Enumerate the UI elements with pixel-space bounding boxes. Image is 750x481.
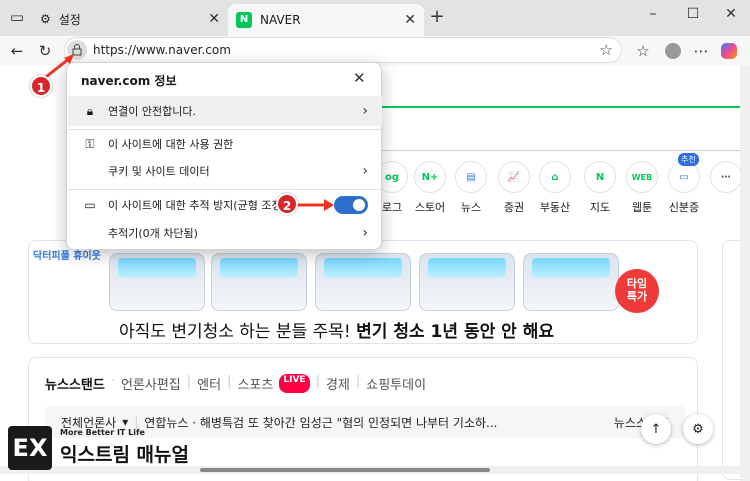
connection-row[interactable]: 🔒︎ 연결이 안전합니다. ›	[68, 96, 382, 126]
key-icon: ⚿	[85, 136, 95, 151]
tab-shopping[interactable]: 쇼핑투데이	[366, 374, 426, 393]
gear-icon: ⚙	[40, 12, 51, 26]
service-item[interactable]: ▭ 신분증 추천	[666, 153, 702, 215]
more-menu-icon[interactable]: ⋯	[690, 40, 712, 62]
scroll-thumb[interactable]	[200, 468, 490, 472]
tab-sports[interactable]: 스포츠	[237, 374, 273, 393]
tab-title: 설정	[58, 12, 81, 27]
back-icon[interactable]: ←	[6, 40, 28, 62]
stock-icon: 📈	[498, 161, 530, 193]
step-badge-1: 1	[30, 75, 52, 97]
tracking-prevention-icon: ▭	[84, 198, 96, 212]
tab-entertain[interactable]: 엔터	[197, 374, 221, 393]
address-bar[interactable]: https://www.naver.com ☆	[64, 37, 622, 63]
tab-title: NAVER	[260, 13, 301, 27]
watermark-logo: EX More Better IT Life 익스트림 매뉴얼	[8, 426, 208, 470]
headline-text[interactable]: 연합뉴스 · 해병특검 또 찾아간 임성근 "혐의 인정되면 나부터 기소하..…	[144, 414, 608, 431]
trackers-row[interactable]: 추적기(0개 차단됨) ›	[68, 218, 382, 248]
tab-close-icon[interactable]: ✕	[208, 11, 220, 27]
divider	[370, 150, 740, 151]
favorites-icon[interactable]: ☆	[632, 40, 654, 62]
service-item[interactable]: WEB 웹툰	[624, 161, 660, 215]
new-tab-button[interactable]: +	[426, 6, 448, 28]
close-window-button[interactable]: ✕	[716, 6, 746, 30]
cookies-label: 쿠키 및 사이트 데이터	[108, 165, 210, 178]
popup-close-icon[interactable]: ✕	[353, 69, 366, 87]
recommend-badge: 추천	[678, 153, 699, 166]
logo-tagline: More Better IT Life	[60, 428, 145, 437]
minimize-button[interactable]: –	[638, 6, 668, 30]
tab-newsstand[interactable]: 뉴스스탠드	[45, 374, 105, 393]
gear-icon: ⚙	[692, 421, 704, 437]
maximize-button[interactable]: ☐	[678, 6, 708, 30]
step-badge-2: 2	[276, 193, 298, 215]
tracking-toggle[interactable]	[334, 196, 368, 214]
product-image	[315, 253, 411, 311]
chevron-right-icon: ›	[362, 103, 368, 119]
naver-favicon-icon: N	[236, 12, 252, 28]
tab-economy[interactable]: 경제	[326, 374, 350, 393]
tab-settings[interactable]: ⚙ 설정 ✕	[32, 4, 228, 34]
product-image	[211, 253, 307, 311]
trackers-label: 추적기(0개 차단됨)	[108, 227, 198, 240]
store-icon: N+	[414, 161, 446, 193]
service-item[interactable]: N+ 스토어	[412, 161, 448, 215]
service-item[interactable]: 📈 증권	[496, 161, 532, 215]
product-image	[523, 253, 619, 311]
tab-actions-icon[interactable]: ▭	[6, 6, 28, 28]
favorite-star-icon[interactable]: ☆	[600, 41, 613, 59]
webtoon-icon: WEB	[626, 161, 658, 193]
chevron-right-icon: ›	[362, 163, 368, 179]
product-image	[419, 253, 515, 311]
more-services-button[interactable]: ⋯	[708, 161, 740, 199]
service-shortcuts: og 로그 N+ 스토어 ▤ 뉴스 📈 증권 ⌂ 부동산 N 지도 WEB 웹툰 ▭ 신분증 추…	[376, 153, 740, 221]
ad-banner[interactable]: 닥터피플 휴이웃 타임 특가 아직도 변기청소 하는 분들 주목! 변기 청소 …	[28, 240, 698, 344]
scroll-top-button[interactable]: ↑	[641, 414, 671, 444]
news-icon: ▤	[455, 161, 487, 193]
service-item[interactable]: ▤ 뉴스	[453, 161, 489, 215]
map-icon: N	[584, 161, 616, 193]
arrow-up-icon: ↑	[650, 421, 662, 437]
profile-icon[interactable]	[662, 40, 684, 62]
product-image	[109, 253, 205, 311]
tab-bar: ▭ ⚙ 설정 ✕ N NAVER ✕ + – ☐ ✕	[0, 0, 750, 36]
news-tabs: 뉴스스탠드 · 언론사편집 | 엔터 | 스포츠 LIVE | 경제 | 쇼핑투데이	[45, 374, 427, 393]
right-panel	[722, 240, 740, 480]
settings-fab-button[interactable]: ⚙	[683, 414, 713, 444]
permissions-row[interactable]: ⚿ 이 사이트에 대한 사용 권한	[68, 129, 382, 159]
annotation-arrow-2	[296, 199, 334, 211]
service-item[interactable]: N 지도	[582, 161, 618, 215]
logo-mark: EX	[8, 426, 52, 470]
popup-title: naver.com 정보	[81, 74, 177, 88]
search-border	[370, 106, 740, 108]
logo-name: 익스트림 매뉴얼	[60, 444, 189, 466]
url-text: https://www.naver.com	[93, 43, 231, 57]
vertical-scrollbar[interactable]	[740, 66, 750, 481]
realestate-icon: ⌂	[539, 161, 571, 193]
connection-label: 연결이 안전합니다.	[108, 105, 196, 118]
live-badge: LIVE	[279, 374, 310, 393]
chevron-right-icon: ›	[362, 225, 368, 241]
tab-close-icon[interactable]: ✕	[404, 12, 416, 28]
lock-icon: 🔒︎	[86, 103, 94, 118]
cookies-row[interactable]: 쿠키 및 사이트 데이터 ›	[68, 156, 382, 186]
more-icon: ⋯	[710, 161, 740, 193]
tab-press-edit[interactable]: 언론사편집	[121, 374, 181, 393]
site-info-popup: naver.com 정보 ✕ 🔒︎ 연결이 안전합니다. › ⚿ 이 사이트에 …	[66, 62, 382, 250]
service-item[interactable]: ⌂ 부동산	[537, 161, 573, 215]
tab-naver[interactable]: N NAVER ✕	[228, 4, 424, 36]
copilot-icon[interactable]	[718, 40, 740, 62]
ad-text: 아직도 변기청소 하는 분들 주목! 변기 청소 1년 동안 안 해요	[119, 322, 554, 342]
permissions-label: 이 사이트에 대한 사용 권한	[108, 138, 234, 151]
timesale-badge: 타임 특가	[615, 269, 659, 313]
